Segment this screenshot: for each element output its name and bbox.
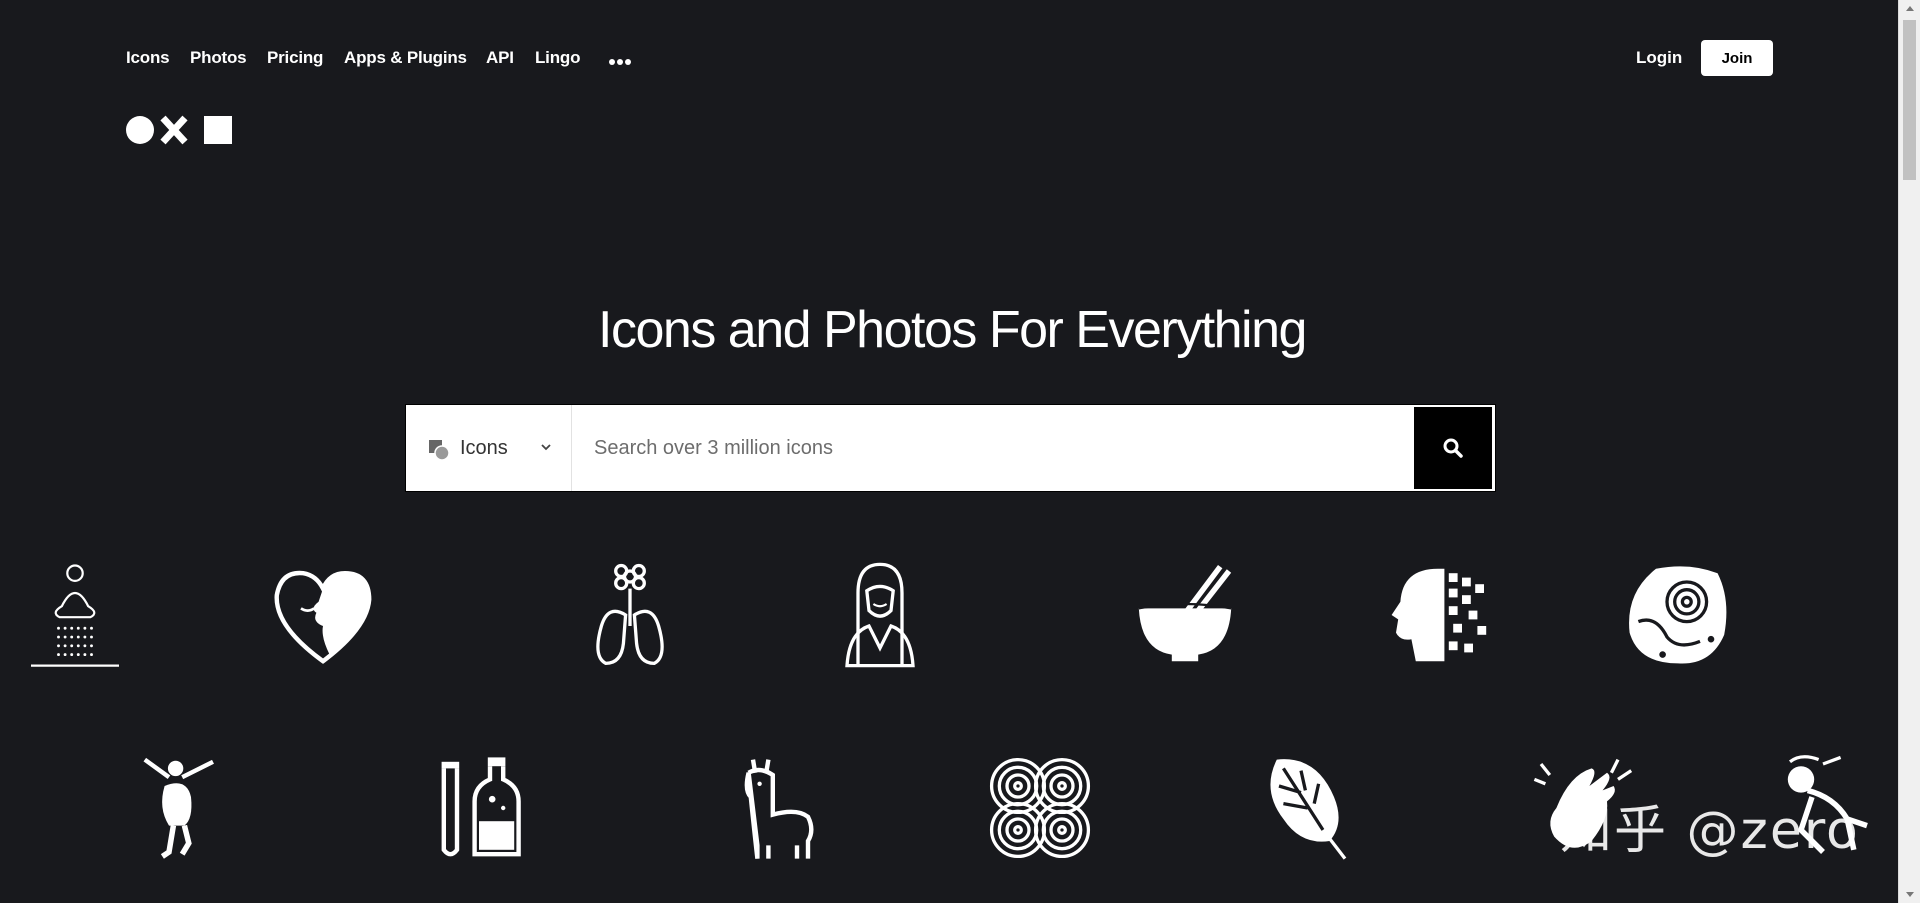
- meditation-shower-icon[interactable]: [20, 560, 130, 670]
- chevron-down-icon: [541, 444, 551, 451]
- woman-portrait-icon[interactable]: [825, 560, 935, 670]
- watermark-text: 知乎 @zero: [1560, 801, 1860, 861]
- heart-face-icon[interactable]: [268, 560, 378, 670]
- scroll-thumb[interactable]: [1903, 20, 1916, 180]
- swirl-pattern-icon[interactable]: [985, 753, 1095, 863]
- nav-api[interactable]: API: [486, 48, 514, 68]
- fossil-stone-icon[interactable]: [1623, 560, 1733, 670]
- scroll-down-icon[interactable]: [1899, 885, 1920, 903]
- flower-lungs-icon[interactable]: [575, 560, 685, 670]
- shapes-icon: [429, 440, 450, 461]
- page-title: Icons and Photos For Everything: [598, 301, 1307, 359]
- search-type-dropdown[interactable]: Icons: [406, 405, 572, 491]
- nav-photos[interactable]: Photos: [190, 48, 247, 68]
- search-input[interactable]: [572, 405, 1392, 491]
- scroll-up-icon[interactable]: [1899, 0, 1920, 18]
- scrollbar[interactable]: [1898, 0, 1920, 903]
- join-button[interactable]: Join: [1701, 40, 1773, 76]
- monstera-leaf-icon[interactable]: [1257, 753, 1367, 863]
- llama-icon[interactable]: [720, 753, 830, 863]
- nav-apps-plugins[interactable]: Apps & Plugins: [344, 48, 467, 68]
- nav-icons[interactable]: Icons: [126, 48, 170, 68]
- noun-project-logo[interactable]: [126, 115, 232, 145]
- pixel-head-icon[interactable]: [1385, 560, 1495, 670]
- search-button[interactable]: [1414, 407, 1492, 489]
- search-bar: Icons: [405, 404, 1496, 492]
- nav-pricing[interactable]: Pricing: [267, 48, 323, 68]
- dancer-icon[interactable]: [125, 753, 235, 863]
- bowl-chopsticks-icon[interactable]: [1130, 560, 1240, 670]
- nav-lingo[interactable]: Lingo: [535, 48, 580, 68]
- search-icon: [1443, 438, 1463, 458]
- more-dots-icon[interactable]: [609, 52, 633, 70]
- search-type-label: Icons: [460, 437, 508, 459]
- login-link[interactable]: Login: [1636, 48, 1682, 68]
- test-tube-bottle-icon[interactable]: [424, 753, 534, 863]
